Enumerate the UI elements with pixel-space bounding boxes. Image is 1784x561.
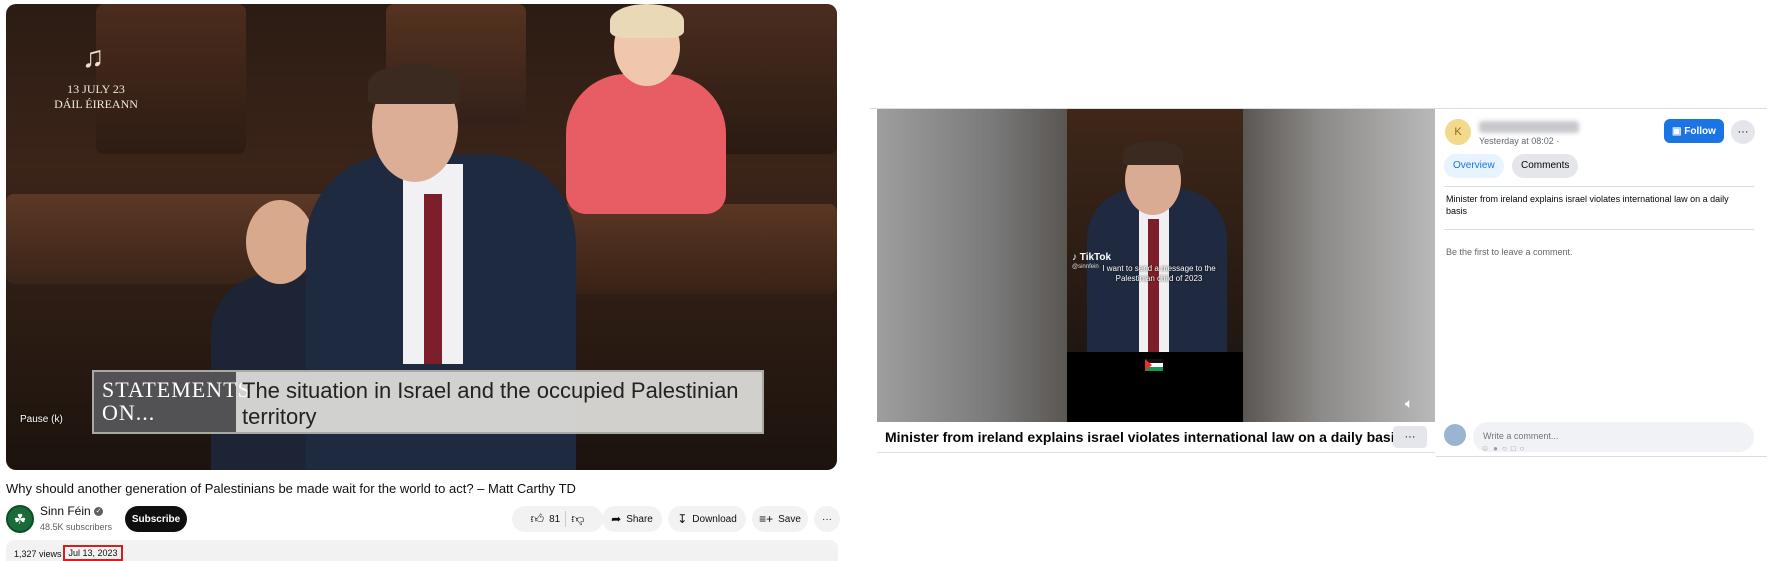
save-button[interactable]: ≡+ Save <box>752 506 808 532</box>
side-more-button[interactable]: ··· <box>1731 120 1755 144</box>
tab-overview[interactable]: Overview <box>1444 154 1504 178</box>
speaker-tie <box>424 194 442 364</box>
download-button[interactable]: ↧ Download <box>668 506 746 532</box>
more-actions-button[interactable]: ··· <box>814 506 840 532</box>
tiktok-handle: @sinnfein <box>1072 264 1099 270</box>
like-dislike-group: 👍︎ 81 👎︎ <box>512 506 603 532</box>
facebook-video-player[interactable]: ♪ TikTok @sinnfein I want to send a mess… <box>877 109 1435 422</box>
post-title: Minister from ireland explains israel vi… <box>885 429 1403 445</box>
comment-tools-icons[interactable]: ☺●○□○ <box>1481 444 1529 453</box>
channel-name-row[interactable]: Sinn Féin ✓ <box>40 504 104 518</box>
broadcast-date-overlay: 13 JULY 23 DÁIL ÉIREANN <box>46 82 146 112</box>
blurred-background-left <box>877 109 1067 422</box>
follow-label: Follow <box>1684 125 1716 137</box>
more-icon: ··· <box>822 513 832 525</box>
post-timestamp[interactable]: Yesterday at 08:02 · <box>1479 136 1559 146</box>
speaker-hair <box>1123 141 1183 165</box>
divider <box>565 511 567 527</box>
tiktok-logo: ♪ TikTok <box>1072 252 1111 263</box>
follow-button[interactable]: ▣ Follow <box>1664 119 1724 143</box>
person-head <box>246 200 314 284</box>
post-description: Minister from ireland explains israel vi… <box>1446 194 1729 216</box>
thumbs-down-icon: 👎︎ <box>571 511 585 526</box>
page-name-redacted[interactable] <box>1479 121 1579 133</box>
pause-tooltip: Pause (k) <box>20 414 63 425</box>
video-caption: I want to send a message to the Palestin… <box>1102 264 1216 283</box>
share-icon: ➦ <box>611 512 622 526</box>
dislike-button[interactable]: 👎︎ <box>571 511 584 527</box>
seat-back <box>96 4 246 154</box>
share-button[interactable]: ➦ Share <box>602 506 662 532</box>
date-line-1: 13 JULY 23 <box>67 82 125 96</box>
divider <box>1444 186 1754 187</box>
person-hair <box>610 4 684 38</box>
harp-icon: ♫ <box>81 41 105 74</box>
lower-third-headline: The situation in Israel and the occupied… <box>242 378 739 429</box>
speaker-tie <box>1148 219 1159 352</box>
subscriber-count: 48.5K subscribers <box>40 522 113 532</box>
tiktok-label: TikTok <box>1079 252 1112 263</box>
page-avatar[interactable]: K <box>1445 119 1471 145</box>
divider <box>877 452 1435 453</box>
follow-icon: ▣ <box>1672 125 1682 137</box>
download-label: Download <box>692 513 737 525</box>
video-title: Why should another generation of Palesti… <box>6 481 576 496</box>
channel-avatar[interactable]: ☘ <box>6 505 34 533</box>
post-more-button[interactable]: ··· <box>1393 426 1427 448</box>
divider <box>1436 456 1767 457</box>
lower-third-banner: STATEMENTS ON... The situation in Israel… <box>92 370 764 434</box>
comment-input[interactable] <box>1481 428 1705 444</box>
share-label: Share <box>626 513 653 525</box>
person-pink-jacket <box>566 74 726 214</box>
like-button[interactable]: 👍︎ 81 <box>531 511 561 527</box>
add-to-playlist-icon: ≡+ <box>759 512 774 526</box>
download-icon: ↧ <box>677 512 688 526</box>
no-comments-message: Be the first to leave a comment. <box>1446 247 1573 257</box>
user-avatar[interactable] <box>1444 424 1466 446</box>
verified-check-icon: ✓ <box>94 507 104 517</box>
lower-third-section: STATEMENTS ON... <box>94 372 250 432</box>
thumbs-up-icon: 👍︎ <box>530 511 545 526</box>
blurred-background-right <box>1243 109 1435 422</box>
tiktok-icon: ♪ <box>1072 252 1077 263</box>
speaker-icon[interactable]: 🔈︎ <box>1405 395 1413 412</box>
comment-box[interactable]: ☺●○□○ <box>1473 422 1754 453</box>
view-count: 1,327 views <box>14 549 62 559</box>
divider <box>1444 229 1754 230</box>
tab-comments[interactable]: Comments <box>1512 154 1579 178</box>
date-line-2: DÁIL ÉIREANN <box>54 97 138 111</box>
palestine-flag-icon <box>1145 359 1163 371</box>
save-label: Save <box>778 513 801 525</box>
video-frame: ♪ TikTok @sinnfein I want to send a mess… <box>1067 109 1243 422</box>
description-box[interactable] <box>6 540 838 561</box>
like-count: 81 <box>549 513 561 525</box>
upload-date-highlighted: Jul 13, 2023 <box>63 545 123 561</box>
channel-name[interactable]: Sinn Féin <box>40 504 91 518</box>
youtube-video-player[interactable]: ♫ 13 JULY 23 DÁIL ÉIREANN STATEMENTS ON.… <box>6 4 837 470</box>
video-scene <box>1067 109 1243 352</box>
subscribe-button[interactable]: Subscribe <box>125 506 187 532</box>
speaker-hair <box>368 64 460 104</box>
